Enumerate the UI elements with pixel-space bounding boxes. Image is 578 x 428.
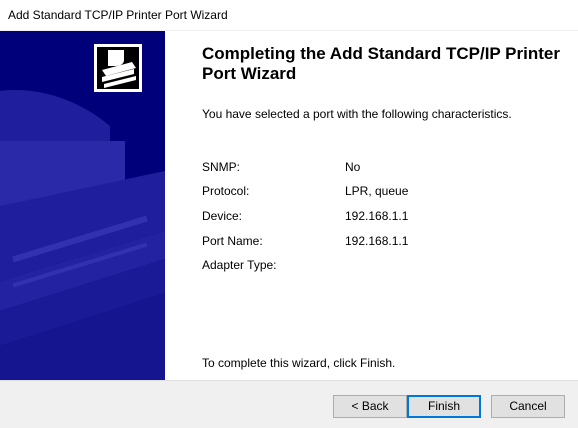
property-label: Protocol: — [202, 184, 250, 198]
property-row-adapter-type: Adapter Type: — [202, 258, 572, 276]
property-row-device: Device: 192.168.1.1 — [202, 209, 572, 227]
completion-instructions: To complete this wizard, click Finish. — [202, 356, 396, 370]
title-bar: Add Standard TCP/IP Printer Port Wizard — [0, 0, 578, 31]
property-value: 192.168.1.1 — [345, 234, 409, 248]
property-value: LPR, queue — [345, 184, 409, 198]
property-label: Adapter Type: — [202, 258, 277, 272]
property-label: SNMP: — [202, 160, 241, 174]
button-bar: < Back Finish Cancel — [0, 380, 578, 428]
page-heading: Completing the Add Standard TCP/IP Print… — [202, 44, 560, 83]
window-title: Add Standard TCP/IP Printer Port Wizard — [8, 8, 228, 22]
property-label: Device: — [202, 209, 243, 223]
cancel-button[interactable]: Cancel — [491, 395, 565, 418]
wizard-content: Completing the Add Standard TCP/IP Print… — [165, 31, 578, 380]
finish-button[interactable]: Finish — [407, 395, 481, 418]
property-value: No — [345, 160, 361, 174]
printer-icon — [94, 44, 142, 92]
back-button[interactable]: < Back — [333, 395, 407, 418]
property-row-port-name: Port Name: 192.168.1.1 — [202, 234, 572, 252]
property-value: 192.168.1.1 — [345, 209, 409, 223]
intro-text: You have selected a port with the follow… — [202, 107, 512, 121]
property-label: Port Name: — [202, 234, 263, 248]
wizard-sidebar — [0, 31, 165, 380]
property-row-snmp: SNMP: No — [202, 160, 572, 178]
property-row-protocol: Protocol: LPR, queue — [202, 184, 572, 202]
